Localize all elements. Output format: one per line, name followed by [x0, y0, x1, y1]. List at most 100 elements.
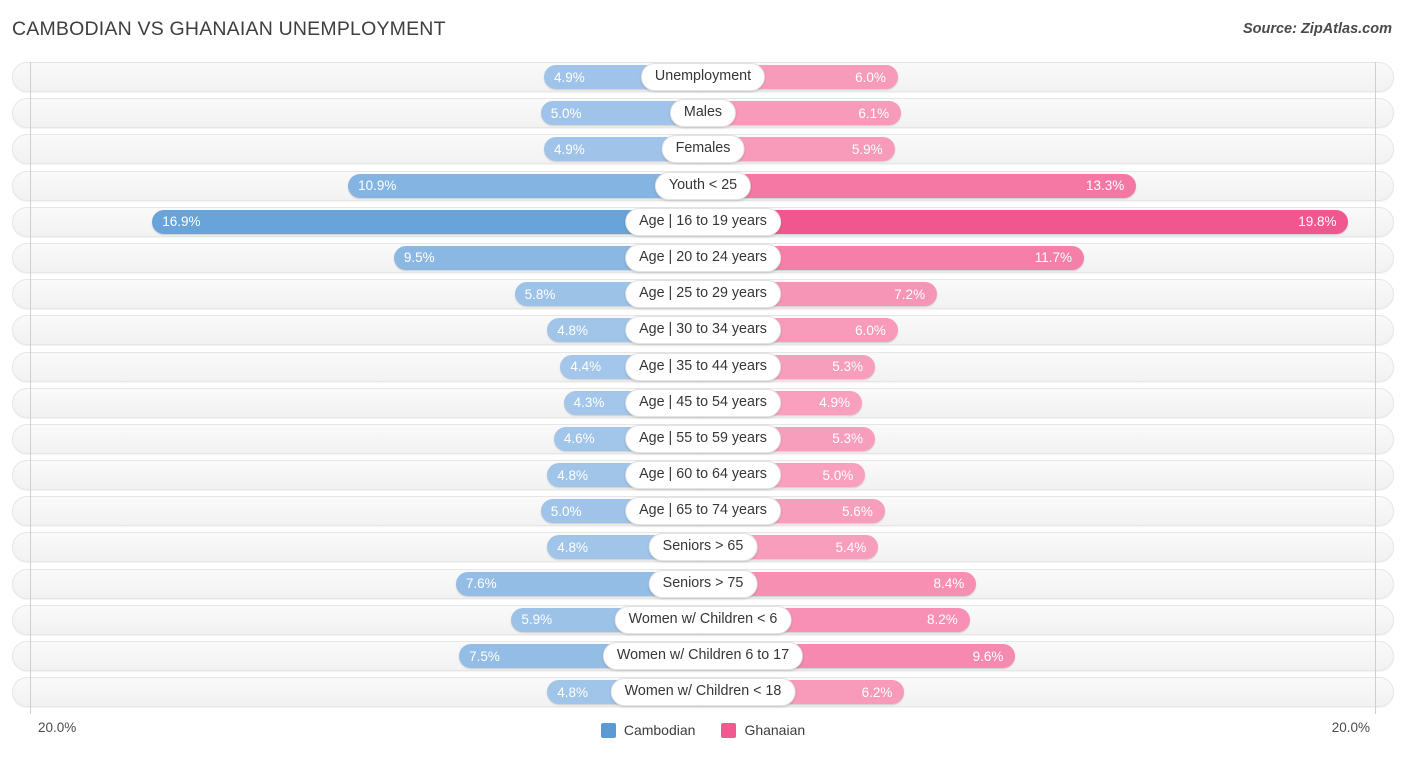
table-row: 16.9% 19.8% Age | 16 to 19 years — [12, 206, 1394, 237]
category-label: Age | 60 to 64 years — [625, 461, 781, 490]
table-row: 5.9% 8.2% Women w/ Children < 6 — [12, 604, 1394, 635]
category-label: Age | 20 to 24 years — [625, 243, 781, 272]
row-left-half: 5.0% — [13, 99, 704, 127]
row-right-half: 5.0% — [702, 461, 1393, 489]
category-label: Women w/ Children 6 to 17 — [602, 642, 804, 670]
category-label: Youth < 25 — [654, 171, 752, 200]
category-label: Age | 65 to 74 years — [625, 497, 781, 526]
row-right-half: 6.0% — [702, 316, 1393, 344]
table-row: 4.8% 5.4% Seniors > 65 — [12, 532, 1394, 563]
row-right-half: 19.8% — [702, 208, 1393, 236]
bar-rows-container: 4.9% 6.0% Unemployment 5.0% 6.1% Males 4.9% 5.9… — [12, 62, 1394, 713]
bar-value-right: 13.3% — [1085, 178, 1125, 194]
axis-line-right — [1375, 62, 1376, 714]
table-row: 5.8% 7.2% Age | 25 to 29 years — [12, 279, 1394, 310]
bar-value-right: 9.6% — [972, 648, 1004, 664]
category-label: Seniors > 65 — [648, 533, 758, 562]
row-left-half: 4.9% — [13, 135, 704, 163]
legend-item-ghanaian[interactable]: Ghanaian — [721, 722, 805, 738]
bar-right-ghanaian: 19.8% — [702, 209, 1349, 234]
bar-value-right: 5.0% — [822, 467, 854, 483]
bar-value-left: 4.9% — [554, 141, 585, 157]
bar-value-left: 4.6% — [563, 431, 595, 447]
bar-value-left: 16.9% — [162, 214, 201, 230]
table-row: 4.8% 5.0% Age | 60 to 64 years — [12, 460, 1394, 491]
row-left-half: 5.8% — [13, 280, 704, 308]
bar-value-left: 4.8% — [557, 684, 589, 700]
row-left-half: 4.8% — [13, 316, 704, 344]
bar-left-cambodian: 10.9% — [348, 173, 704, 198]
row-right-half: 8.4% — [702, 570, 1393, 598]
legend-swatch-icon — [600, 722, 616, 738]
row-right-half: 5.9% — [702, 135, 1393, 163]
legend-label: Ghanaian — [744, 722, 806, 738]
row-left-half: 4.9% — [13, 63, 704, 91]
category-label: Age | 30 to 34 years — [625, 316, 781, 345]
bar-value-right: 6.2% — [861, 684, 893, 700]
category-label: Age | 16 to 19 years — [625, 207, 781, 236]
category-label: Age | 35 to 44 years — [625, 352, 781, 381]
bar-value-right: 4.9% — [819, 395, 850, 411]
row-left-half: 4.8% — [13, 533, 704, 561]
bar-value-left: 4.9% — [554, 69, 585, 85]
table-row: 4.9% 6.0% Unemployment — [12, 62, 1394, 92]
bar-value-right: 8.4% — [933, 576, 965, 592]
table-row: 5.0% 6.1% Males — [12, 98, 1394, 129]
chart-legend: Cambodian Ghanaian — [12, 722, 1394, 738]
row-right-half: 5.6% — [702, 497, 1393, 525]
category-label: Women w/ Children < 6 — [614, 605, 792, 634]
row-left-half: 16.9% — [13, 208, 704, 236]
bar-value-left: 4.8% — [557, 322, 589, 338]
bar-value-left: 5.8% — [524, 286, 556, 302]
row-left-half: 5.9% — [13, 606, 704, 634]
table-row: 4.8% 6.0% Age | 30 to 34 years — [12, 315, 1394, 346]
table-row: 4.4% 5.3% Age | 35 to 44 years — [12, 351, 1394, 382]
page-title: CAMBODIAN VS GHANAIAN UNEMPLOYMENT — [12, 18, 446, 40]
row-right-half: 11.7% — [702, 244, 1393, 272]
category-label: Age | 55 to 59 years — [625, 424, 781, 453]
bar-value-right: 5.4% — [835, 539, 867, 555]
row-right-half: 13.3% — [702, 172, 1393, 200]
row-left-half: 9.5% — [13, 244, 704, 272]
table-row: 4.8% 6.2% Women w/ Children < 18 — [12, 677, 1394, 708]
axis-line-left — [30, 62, 31, 714]
bar-value-right: 6.0% — [855, 69, 886, 85]
row-right-half: 6.1% — [702, 99, 1393, 127]
bar-value-left: 4.4% — [570, 359, 602, 374]
table-row: 10.9% 13.3% Youth < 25 — [12, 170, 1394, 201]
legend-swatch-icon — [721, 722, 737, 738]
table-row: 9.5% 11.7% Age | 20 to 24 years — [12, 242, 1394, 273]
row-left-half: 4.6% — [13, 425, 704, 453]
row-left-half: 4.3% — [13, 389, 704, 417]
row-right-half: 7.2% — [702, 280, 1393, 308]
chart-header: CAMBODIAN VS GHANAIAN UNEMPLOYMENT Sourc… — [0, 0, 1406, 62]
bar-value-left: 4.3% — [573, 395, 605, 411]
bar-value-left: 4.8% — [557, 539, 589, 555]
table-row: 7.6% 8.4% Seniors > 75 — [12, 568, 1394, 599]
bar-value-right: 6.1% — [858, 105, 890, 121]
chart-plot-area: 4.9% 6.0% Unemployment 5.0% 6.1% Males 4.9% 5.9… — [12, 62, 1394, 714]
legend-item-cambodian[interactable]: Cambodian — [600, 722, 695, 738]
category-label: Males — [669, 99, 737, 128]
row-right-half: 5.4% — [702, 533, 1393, 561]
row-left-half: 5.0% — [13, 497, 704, 525]
bar-value-left: 5.0% — [550, 503, 582, 519]
chart-footer: 20.0% 20.0% Cambodian Ghanaian — [12, 714, 1394, 754]
bar-value-right: 5.6% — [842, 503, 873, 519]
bar-value-right: 19.8% — [1298, 214, 1337, 230]
bar-value-right: 7.2% — [894, 286, 926, 302]
bar-value-left: 5.0% — [550, 105, 582, 121]
row-left-half: 10.9% — [13, 172, 704, 200]
bar-value-right: 11.7% — [1034, 250, 1072, 266]
category-label: Age | 45 to 54 years — [625, 388, 781, 417]
bar-value-right: 8.2% — [926, 612, 958, 628]
bar-value-left: 5.9% — [521, 612, 553, 628]
table-row: 5.0% 5.6% Age | 65 to 74 years — [12, 496, 1394, 527]
table-row: 4.6% 5.3% Age | 55 to 59 years — [12, 423, 1394, 454]
bar-value-left: 7.5% — [469, 648, 500, 664]
bar-right-ghanaian: 13.3% — [702, 173, 1137, 198]
table-row: 7.5% 9.6% Women w/ Children 6 to 17 — [12, 641, 1394, 671]
bar-value-left: 7.6% — [465, 576, 497, 592]
row-right-half: 6.2% — [702, 678, 1393, 706]
bar-value-left: 10.9% — [358, 178, 397, 194]
